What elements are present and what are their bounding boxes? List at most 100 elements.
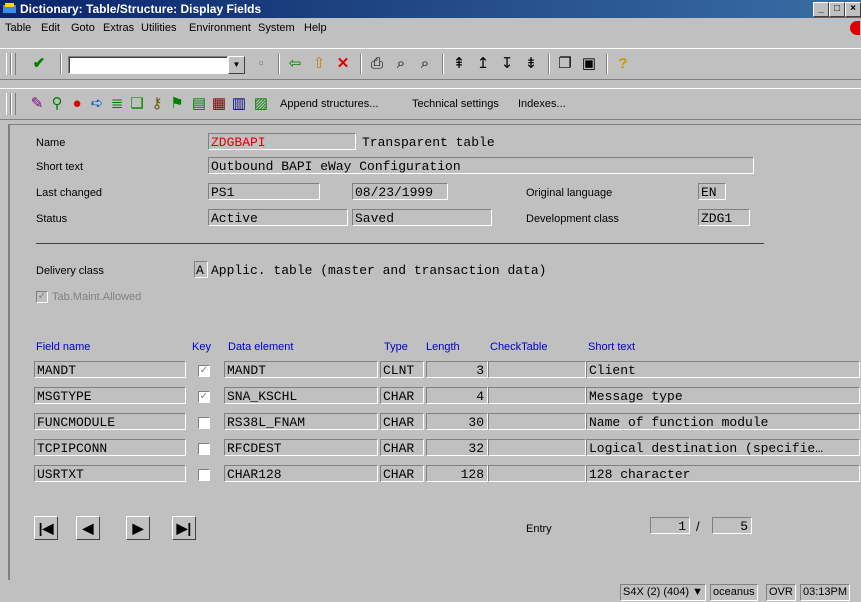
col-header-type[interactable]: Type xyxy=(384,341,408,353)
minimize-button[interactable]: _ xyxy=(813,2,829,17)
row-data-element[interactable]: CHAR128 xyxy=(224,465,378,482)
row-checktable[interactable] xyxy=(488,361,586,378)
row-type[interactable]: CLNT xyxy=(380,361,424,378)
last-page-icon[interactable]: ⇟ xyxy=(522,55,540,73)
row-data-element[interactable]: MANDT xyxy=(224,361,378,378)
menu-extras[interactable]: Extras xyxy=(103,22,134,34)
graphic-icon[interactable]: ▨ xyxy=(252,95,270,113)
display-object-list-icon[interactable]: ⚷ xyxy=(148,95,166,113)
last-entry-button[interactable]: ▶| xyxy=(172,516,196,540)
help-icon[interactable]: ? xyxy=(614,55,632,73)
find-next-icon[interactable]: ⌕ xyxy=(416,55,434,73)
row-checktable[interactable] xyxy=(488,465,586,482)
col-header-checktable[interactable]: CheckTable xyxy=(490,341,547,353)
row-type[interactable]: CHAR xyxy=(380,387,424,404)
menu-environment[interactable]: Environment xyxy=(189,22,251,34)
row-key-checkbox[interactable] xyxy=(198,417,210,429)
row-checktable[interactable] xyxy=(488,387,586,404)
col-header-key[interactable]: Key xyxy=(192,341,211,353)
shortcut-icon[interactable]: ▣ xyxy=(580,55,598,73)
activate-icon[interactable]: ➪ xyxy=(88,95,106,113)
command-field[interactable] xyxy=(68,56,228,74)
row-data-element[interactable]: RS38L_FNAM xyxy=(224,413,378,430)
technical-settings-button[interactable]: Technical settings xyxy=(412,98,499,110)
col-header-data-element[interactable]: Data element xyxy=(228,341,293,353)
enter-check-icon[interactable]: ✔ xyxy=(30,55,48,73)
command-dropdown-button[interactable]: ▼ xyxy=(228,56,245,74)
last-changed-user-field[interactable]: PS1 xyxy=(208,183,320,200)
row-short-text[interactable]: Name of function module xyxy=(586,413,860,430)
system-info[interactable]: S4X (2) (404) ▼ xyxy=(620,584,706,601)
row-key-checkbox[interactable]: ✓ xyxy=(198,365,210,377)
close-button[interactable]: × xyxy=(845,2,861,17)
row-type[interactable]: CHAR xyxy=(380,465,424,482)
delete-row-icon[interactable]: ▦ xyxy=(210,95,228,113)
navigation-window-icon[interactable]: ⚑ xyxy=(168,95,186,113)
col-header-field-name[interactable]: Field name xyxy=(36,341,90,353)
copy-row-icon[interactable]: ▥ xyxy=(230,95,248,113)
insert-row-icon[interactable]: ▤ xyxy=(190,95,208,113)
exit-up-icon[interactable]: ⇧ xyxy=(310,55,328,73)
row-type[interactable]: CHAR xyxy=(380,413,424,430)
row-short-text[interactable]: Message type xyxy=(586,387,860,404)
row-field-name[interactable]: TCPIPCONN xyxy=(34,439,186,456)
first-entry-button[interactable]: |◀ xyxy=(34,516,58,540)
menu-goto[interactable]: Goto xyxy=(71,22,95,34)
row-key-checkbox[interactable]: ✓ xyxy=(198,391,210,403)
row-key-checkbox[interactable] xyxy=(198,443,210,455)
find-icon[interactable]: ⌕ xyxy=(392,55,410,73)
entry-current-field[interactable]: 1 xyxy=(650,517,690,534)
menu-table[interactable]: Table xyxy=(5,22,31,34)
short-text-field[interactable]: Outbound BAPI eWay Configuration xyxy=(208,157,754,174)
previous-page-icon[interactable]: ↥ xyxy=(474,55,492,73)
cancel-x-icon[interactable]: ✕ xyxy=(334,55,352,73)
other-object-icon[interactable]: ⚲ xyxy=(48,95,66,113)
previous-entry-button[interactable]: ◀ xyxy=(76,516,100,540)
print-icon[interactable]: ⎙ xyxy=(368,55,386,73)
delivery-class-field[interactable]: A xyxy=(194,261,208,278)
menu-edit[interactable]: Edit xyxy=(41,22,60,34)
append-structures-button[interactable]: Append structures... xyxy=(280,98,378,110)
row-length[interactable]: 128 xyxy=(426,465,488,482)
row-length[interactable]: 4 xyxy=(426,387,488,404)
table-name-field[interactable]: ZDGBAPI xyxy=(208,133,356,150)
menu-help[interactable]: Help xyxy=(304,22,327,34)
row-checktable[interactable] xyxy=(488,413,586,430)
status-field[interactable]: Active xyxy=(208,209,348,226)
maximize-button[interactable]: □ xyxy=(829,2,845,17)
create-session-icon[interactable]: ❐ xyxy=(556,55,574,73)
next-page-icon[interactable]: ↧ xyxy=(498,55,516,73)
object-list-icon[interactable]: ❏ xyxy=(128,95,146,113)
row-short-text[interactable]: Client xyxy=(586,361,860,378)
row-field-name[interactable]: USRTXT xyxy=(34,465,186,482)
save-icon[interactable]: ▫ xyxy=(252,55,270,73)
where-used-icon[interactable]: ≣ xyxy=(108,95,126,113)
back-arrow-icon[interactable]: ⇦ xyxy=(286,55,304,73)
row-field-name[interactable]: MSGTYPE xyxy=(34,387,186,404)
check-icon[interactable]: ● xyxy=(68,95,86,113)
tab-maint-checkbox[interactable]: ✓ xyxy=(36,291,48,303)
row-data-element[interactable]: RFCDEST xyxy=(224,439,378,456)
display-change-icon[interactable]: ✎ xyxy=(28,95,46,113)
indexes-button[interactable]: Indexes... xyxy=(518,98,566,110)
original-language-field[interactable]: EN xyxy=(698,183,726,200)
row-checktable[interactable] xyxy=(488,439,586,456)
row-key-checkbox[interactable] xyxy=(198,469,210,481)
row-data-element[interactable]: SNA_KSCHL xyxy=(224,387,378,404)
menu-system[interactable]: System xyxy=(258,22,295,34)
first-page-icon[interactable]: ⇞ xyxy=(450,55,468,73)
saved-status-field[interactable]: Saved xyxy=(352,209,492,226)
row-length[interactable]: 30 xyxy=(426,413,488,430)
next-entry-button[interactable]: ▶ xyxy=(126,516,150,540)
row-length[interactable]: 32 xyxy=(426,439,488,456)
development-class-field[interactable]: ZDG1 xyxy=(698,209,750,226)
row-field-name[interactable]: MANDT xyxy=(34,361,186,378)
last-changed-date-field[interactable]: 08/23/1999 xyxy=(352,183,448,200)
menu-utilities[interactable]: Utilities xyxy=(141,22,176,34)
row-short-text[interactable]: Logical destination (specifie… xyxy=(586,439,860,456)
col-header-length[interactable]: Length xyxy=(426,341,460,353)
row-length[interactable]: 3 xyxy=(426,361,488,378)
row-short-text[interactable]: 128 character xyxy=(586,465,860,482)
col-header-short-text[interactable]: Short text xyxy=(588,341,635,353)
row-type[interactable]: CHAR xyxy=(380,439,424,456)
